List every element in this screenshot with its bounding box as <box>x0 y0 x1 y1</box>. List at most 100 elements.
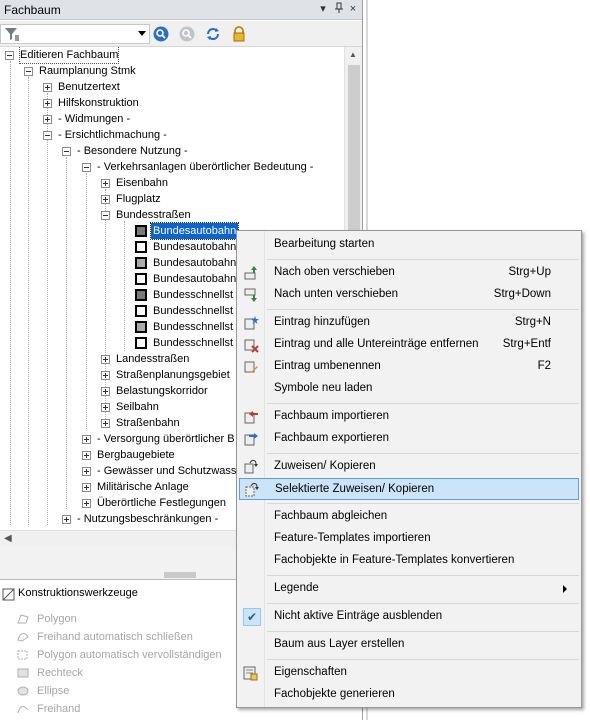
menu-item-nicht-aktive-ausblenden[interactable]: ✔ Nicht aktive Einträge ausblenden <box>239 606 579 628</box>
tree-node-label[interactable]: - Gewässer und Schutzwass <box>97 463 236 479</box>
menu-item-selektierte-zuweisen-kopieren[interactable]: Selektierte Zuweisen/ Kopieren <box>239 478 579 500</box>
tree-node-label[interactable]: Bundesautobahn <box>153 239 236 255</box>
expand-icon[interactable] <box>82 483 91 492</box>
collapse-icon[interactable] <box>24 67 33 76</box>
tree-line <box>86 173 87 429</box>
menu-item-bearbeitung-starten[interactable]: Bearbeitung starten <box>239 234 579 256</box>
menu-item-nach-unten[interactable]: Nach unten verschieben Strg+Down <box>239 284 579 306</box>
menu-item-zuweisen-kopieren[interactable]: Zuweisen/ Kopieren <box>239 456 579 478</box>
tree-node-label[interactable]: Bundesschnellst <box>153 287 233 303</box>
tree-node-label[interactable]: - Versorgung überörtlicher B <box>97 431 235 447</box>
expand-icon[interactable] <box>62 515 71 524</box>
menu-item-feature-templates-importieren[interactable]: Feature-Templates importieren <box>239 528 579 550</box>
symbol-icon <box>135 337 147 349</box>
expand-icon[interactable] <box>101 387 110 396</box>
expand-icon[interactable] <box>43 115 52 124</box>
tree-node-label[interactable]: Straßenbahn <box>116 415 180 431</box>
menu-item-fachbaum-importieren[interactable]: Fachbaum importieren <box>239 406 579 428</box>
tree-node-label[interactable]: Bundesschnellst <box>153 335 233 351</box>
menu-item-shortcut: Strg+Down <box>493 288 551 300</box>
expand-icon[interactable] <box>101 403 110 412</box>
tree-node-label[interactable]: Hilfskonstruktion <box>58 95 139 111</box>
close-icon[interactable]: × <box>346 2 360 16</box>
menu-item-eintrag-umbenennen[interactable]: Eintrag umbenennen F2 <box>239 356 579 378</box>
tree-node-label[interactable]: Seilbahn <box>116 399 159 415</box>
menu-item-symbole-neu-laden[interactable]: Symbole neu laden <box>239 378 579 400</box>
collapse-icon[interactable] <box>43 131 52 140</box>
tree-node-label[interactable]: Raumplanung Stmk <box>39 63 136 79</box>
search-icon[interactable] <box>152 25 170 43</box>
assign-copy-icon <box>243 459 259 475</box>
zoom-icon[interactable] <box>178 25 196 43</box>
menu-item-fachobjekte-generieren[interactable]: Fachobjekte generieren <box>239 684 579 706</box>
menu-separator <box>267 631 579 632</box>
menu-item-eintrag-entfernen[interactable]: Eintrag und alle Untereinträge entfernen… <box>239 334 579 356</box>
menu-item-label: Feature-Templates importieren <box>274 532 431 544</box>
menu-item-eintrag-hinzufuegen[interactable]: Eintrag hinzufügen Strg+N <box>239 312 579 334</box>
splitter-grip[interactable] <box>164 572 196 578</box>
lock-icon[interactable] <box>230 25 248 43</box>
tree-node-label[interactable]: Landesstraßen <box>116 351 189 367</box>
tree-node-label[interactable]: Überörtliche Festlegungen <box>97 495 226 511</box>
scroll-left-icon[interactable]: ◀ <box>4 533 12 544</box>
tool-label: Polygon <box>37 613 77 625</box>
expand-icon[interactable] <box>43 83 52 92</box>
expand-icon[interactable] <box>82 435 91 444</box>
scroll-up-icon[interactable]: ▲ <box>349 50 357 59</box>
menu-item-legende[interactable]: Legende <box>239 578 579 600</box>
collapse-icon[interactable] <box>101 211 110 220</box>
tree-node-label[interactable]: Editieren Fachbaum <box>18 47 120 64</box>
tree-node-label[interactable]: Bundesautobahn <box>153 255 236 271</box>
tree-node-label[interactable]: Belastungskorridor <box>116 383 208 399</box>
collapse-icon[interactable] <box>5 51 14 60</box>
menu-item-eigenschaften[interactable]: Eigenschaften <box>239 662 579 684</box>
tree-node-label[interactable]: Straßenplanungsgebiet <box>116 367 230 383</box>
autocomplete-polygon-icon <box>16 649 30 661</box>
dropdown-icon[interactable]: ▾ <box>316 2 330 16</box>
refresh-icon[interactable] <box>204 25 222 43</box>
menu-item-label: Eintrag hinzufügen <box>274 316 370 328</box>
collapse-icon[interactable] <box>62 147 71 156</box>
tree-node-label[interactable]: Militärische Anlage <box>97 479 189 495</box>
expand-icon[interactable] <box>101 355 110 364</box>
tree-node-label[interactable]: Bundesstraßen <box>116 207 191 223</box>
submenu-arrow-icon <box>563 585 567 593</box>
collapse-icon[interactable] <box>82 163 91 172</box>
tree-node-label[interactable]: Flugplatz <box>116 191 161 207</box>
expand-icon[interactable] <box>101 179 110 188</box>
tree-node-label[interactable]: Bundesautobahn <box>153 271 236 287</box>
tree-line <box>10 61 11 525</box>
tree-node-label[interactable]: Bundesschnellst <box>153 319 233 335</box>
tree-node-label[interactable]: Bergbaugebiete <box>97 447 175 463</box>
symbol-icon <box>135 241 147 253</box>
expand-icon[interactable] <box>43 99 52 108</box>
panel-title: Fachbaum <box>4 3 61 17</box>
tree-node-label[interactable]: Bundesautobahn <box>149 222 240 240</box>
menu-item-fachbaum-exportieren[interactable]: Fachbaum exportieren <box>239 428 579 450</box>
expand-icon[interactable] <box>82 451 91 460</box>
combo-arrow-icon[interactable] <box>138 31 146 36</box>
tool-label: Rechteck <box>37 667 83 679</box>
menu-item-fachobjekte-konvertieren[interactable]: Fachobjekte in Feature-Templates konvert… <box>239 550 579 572</box>
move-up-icon <box>243 265 259 281</box>
menu-item-nach-oben[interactable]: Nach oben verschieben Strg+Up <box>239 262 579 284</box>
tree-node-label[interactable]: Eisenbahn <box>116 175 168 191</box>
expand-icon[interactable] <box>82 499 91 508</box>
expand-icon[interactable] <box>101 419 110 428</box>
menu-item-baum-aus-layer[interactable]: Baum aus Layer erstellen <box>239 634 579 656</box>
move-down-icon <box>243 287 259 303</box>
filter-combobox[interactable] <box>0 24 150 44</box>
tree-node-label[interactable]: - Verkehrsanlagen überörtlicher Bedeutun… <box>97 159 313 175</box>
expand-icon[interactable] <box>82 467 91 476</box>
tree-node-label[interactable]: - Nutzungsbeschränkungen - <box>77 511 218 527</box>
expand-icon[interactable] <box>101 371 110 380</box>
tree-node-label[interactable]: - Widmungen - <box>58 111 130 127</box>
tree-node-label[interactable]: - Besondere Nutzung - <box>77 143 188 159</box>
tree-node-label[interactable]: Benutzertext <box>58 79 120 95</box>
menu-item-fachbaum-abgleichen[interactable]: Fachbaum abgleichen <box>239 506 579 528</box>
menu-item-label: Fachobjekte generieren <box>274 688 395 700</box>
tree-node-label[interactable]: - Ersichtlichmachung - <box>58 127 167 143</box>
expand-icon[interactable] <box>101 195 110 204</box>
tree-node-label[interactable]: Bundesschnellst <box>153 303 233 319</box>
pin-icon[interactable] <box>332 2 346 16</box>
